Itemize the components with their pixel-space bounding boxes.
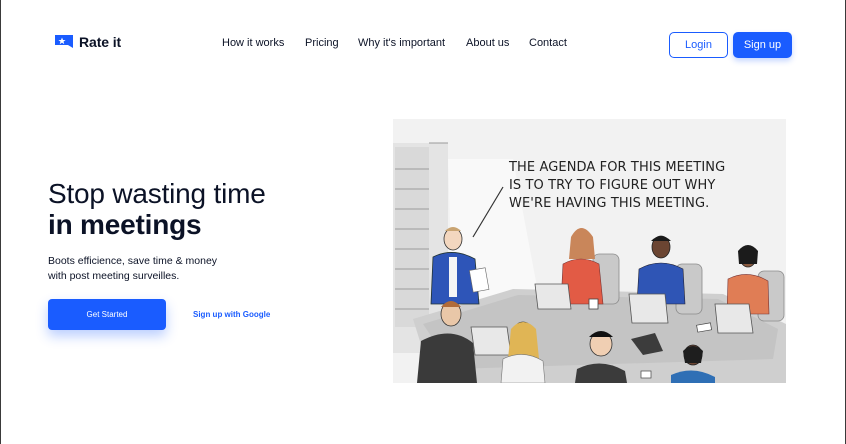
- caption-line3: WE'RE HAVING THIS MEETING.: [509, 196, 710, 211]
- caption-line2: IS TO TRY TO FIGURE OUT WHY: [509, 178, 716, 193]
- nav-about-us[interactable]: About us: [466, 37, 509, 49]
- caption-line1: THE AGENDA FOR THIS MEETING: [509, 160, 726, 175]
- nav-how-it-works[interactable]: How it works: [222, 37, 284, 49]
- hero-subtitle: Boots efficience, save time & money with…: [48, 254, 238, 284]
- cartoon-caption: THE AGENDA FOR THIS MEETING IS TO TRY TO…: [509, 159, 725, 213]
- google-signup-link[interactable]: Sign up with Google: [193, 310, 270, 319]
- get-started-button[interactable]: Get Started: [48, 299, 166, 330]
- nav-pricing[interactable]: Pricing: [305, 37, 339, 49]
- nav-why-important[interactable]: Why it's important: [358, 37, 445, 49]
- login-button[interactable]: Login: [669, 32, 728, 58]
- hero-subtitle-line2: with post meeting surveilles.: [48, 270, 180, 282]
- nav-contact[interactable]: Contact: [529, 37, 567, 49]
- hero-title-line2: in meetings: [48, 209, 202, 240]
- hero-subtitle-line1: Boots efficience, save time & money: [48, 255, 218, 267]
- hero-title-line1: Stop wasting time: [48, 178, 266, 209]
- meeting-cartoon: THE AGENDA FOR THIS MEETING IS TO TRY TO…: [393, 119, 786, 383]
- signup-button[interactable]: Sign up: [733, 32, 792, 58]
